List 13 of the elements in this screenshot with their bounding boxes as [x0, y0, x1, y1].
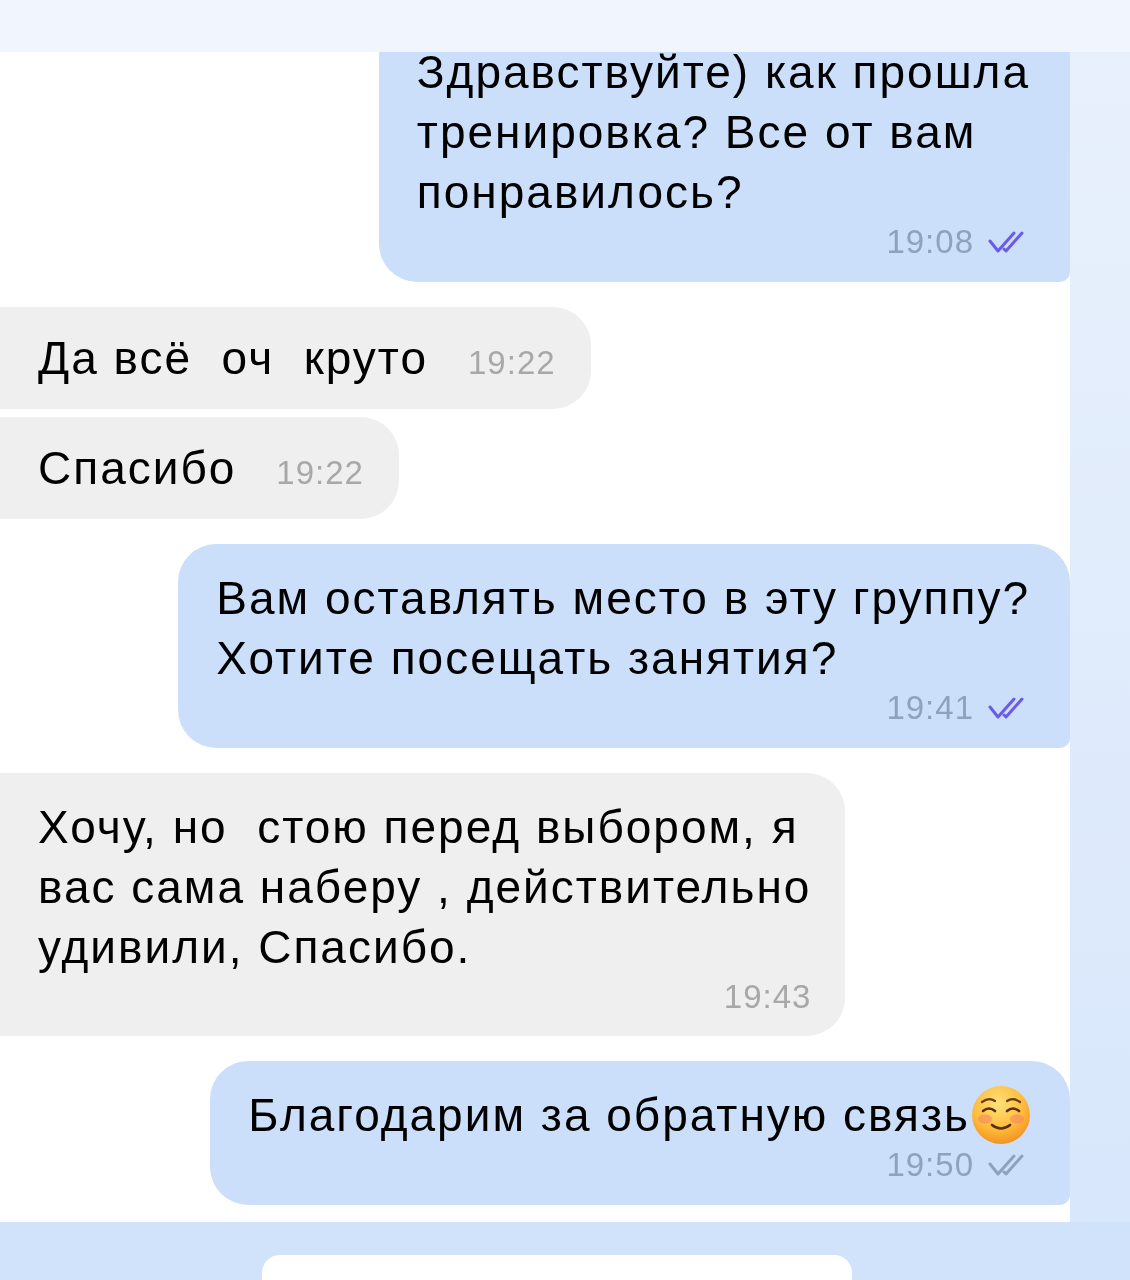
message-text: Здравствуйте) как прошла тренировка? Все от вам понравилось? [416, 52, 1030, 220]
message-time: 19:22 [276, 453, 364, 493]
message-text: Спасибо [38, 441, 237, 496]
message-time: 19:22 [468, 343, 556, 383]
message-time: 19:08 [886, 222, 974, 262]
message-text: Благодарим за обратную связь [248, 1088, 970, 1143]
message-time: 19:43 [723, 977, 812, 1017]
message-text: Да всё оч круто [38, 331, 428, 386]
message-text: Хочу, но стою перед выбором, я вас сама наберу , действительно удивили, Спасибо. [38, 800, 812, 975]
input-field[interactable] [262, 1255, 852, 1280]
message-time: 19:50 [886, 1145, 974, 1185]
message-time: 19:41 [886, 688, 974, 728]
message-text: Вам оставлять место в эту группу? Хотите посещать занятия? [216, 571, 1030, 686]
